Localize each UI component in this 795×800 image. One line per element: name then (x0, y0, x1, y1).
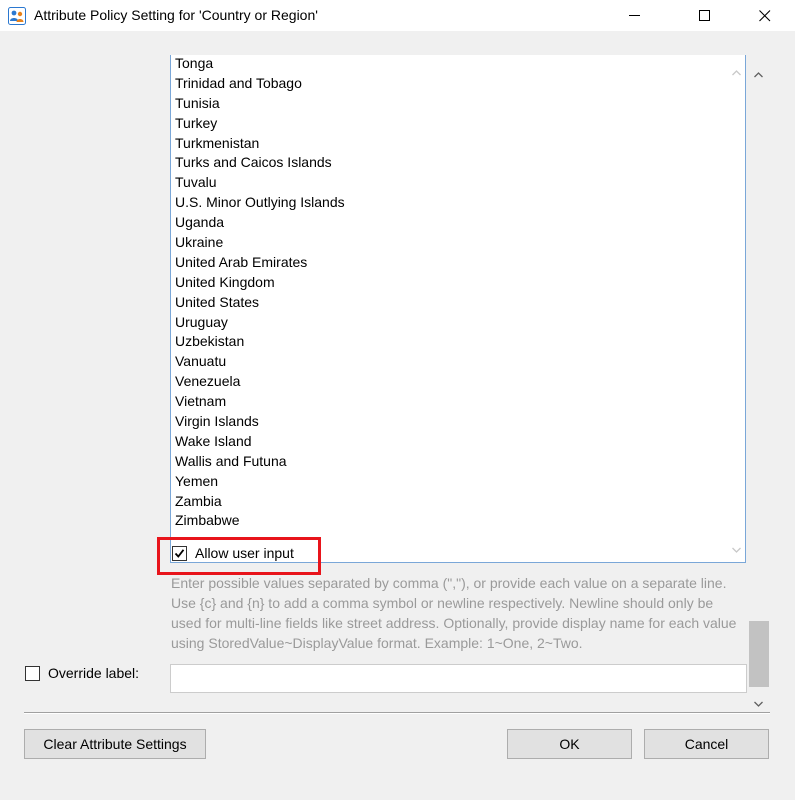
maximize-button[interactable] (682, 0, 728, 31)
list-item[interactable]: Virgin Islands (175, 412, 345, 432)
list-item[interactable]: U.S. Minor Outlying Islands (175, 193, 345, 213)
list-scrollbar[interactable] (728, 55, 745, 562)
scrollbar-thumb[interactable] (749, 621, 769, 687)
chevron-down-icon[interactable] (754, 694, 763, 712)
list-item[interactable]: Wallis and Futuna (175, 452, 345, 472)
close-button[interactable] (742, 0, 788, 31)
highlight-box (157, 537, 321, 575)
cancel-button[interactable]: Cancel (644, 729, 769, 759)
list-item[interactable]: Tunisia (175, 94, 345, 114)
override-label-text[interactable]: Override label: (48, 665, 139, 681)
list-item[interactable]: Venezuela (175, 372, 345, 392)
list-item[interactable]: Trinidad and Tobago (175, 74, 345, 94)
chevron-up-icon[interactable] (732, 63, 741, 81)
list-item[interactable]: Tuvalu (175, 173, 345, 193)
override-label-row[interactable]: Override label: (25, 665, 139, 681)
list-item[interactable]: Uganda (175, 213, 345, 233)
list-item[interactable]: Turks and Caicos Islands (175, 153, 345, 173)
list-item[interactable]: United Arab Emirates (175, 253, 345, 273)
list-item[interactable]: Vanuatu (175, 352, 345, 372)
list-item[interactable]: Tonga (175, 55, 345, 74)
divider (24, 712, 770, 714)
values-listbox[interactable]: Tonga Trinidad and Tobago Tunisia Turkey Tur… (170, 55, 746, 563)
list-item[interactable]: Wake Island (175, 432, 345, 452)
override-label-input[interactable] (170, 664, 747, 693)
people-icon (8, 7, 26, 25)
list-item[interactable]: Zimbabwe (175, 511, 345, 531)
ok-button[interactable]: OK (507, 729, 632, 759)
list-item[interactable]: United States (175, 293, 345, 313)
chevron-up-icon[interactable] (754, 65, 763, 83)
list-item[interactable]: Turkey (175, 114, 345, 134)
clear-attribute-settings-button[interactable]: Clear Attribute Settings (24, 729, 206, 759)
window-title: Attribute Policy Setting for 'Country or… (34, 7, 318, 23)
list-item[interactable]: Ukraine (175, 233, 345, 253)
dialog-scrollbar[interactable] (749, 58, 769, 714)
help-text: Enter possible values separated by comma… (171, 575, 737, 651)
list-item[interactable]: Vietnam (175, 392, 345, 412)
list-item[interactable]: Uruguay (175, 313, 345, 333)
dialog-body: Tonga Trinidad and Tobago Tunisia Turkey Tur… (0, 31, 795, 800)
list-item[interactable]: Turkmenistan (175, 134, 345, 154)
title-bar: Attribute Policy Setting for 'Country or… (0, 0, 795, 31)
list-item[interactable]: Zambia (175, 492, 345, 512)
list-item[interactable]: Uzbekistan (175, 332, 345, 352)
list-item[interactable]: Yemen (175, 472, 345, 492)
values-list: Tonga Trinidad and Tobago Tunisia Turkey Tur… (175, 55, 345, 531)
override-label-checkbox[interactable] (25, 665, 40, 681)
list-item[interactable]: United Kingdom (175, 273, 345, 293)
chevron-down-icon[interactable] (732, 540, 741, 558)
minimize-button[interactable] (612, 0, 658, 31)
